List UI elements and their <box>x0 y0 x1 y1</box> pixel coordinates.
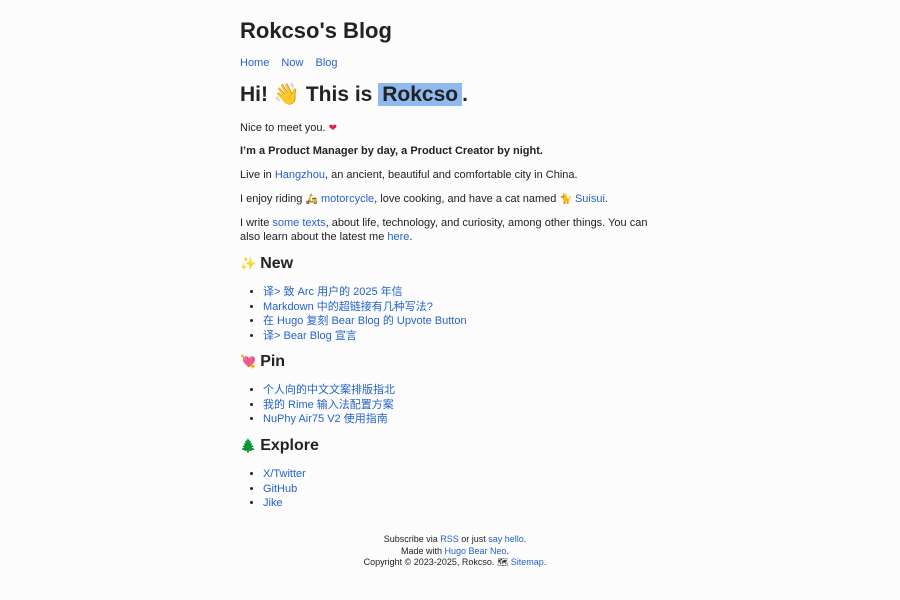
rss-link[interactable]: RSS <box>440 534 459 544</box>
list-item: NuPhy Air75 V2 使用指南 <box>263 412 395 427</box>
riding-mid: , love cooking, and have a cat named <box>374 193 560 205</box>
site-title[interactable]: Rokcso's Blog <box>240 18 392 44</box>
footer-copyright-line: Copyright © 2023-2025, Rokcso. 🗺 Sitemap… <box>0 557 900 569</box>
say-hello-link[interactable]: say hello <box>488 534 524 544</box>
list-item: Jike <box>263 496 306 511</box>
list-item: 个人向的中文文案排版指北 <box>263 383 395 398</box>
new-post-link[interactable]: 译> Bear Blog 宣言 <box>263 330 357 342</box>
section-pin-heading: 💘 Pin <box>240 353 285 371</box>
pinned-posts-list: 个人向的中文文案排版指北 我的 Rime 输入法配置方案 NuPhy Air75… <box>240 383 395 427</box>
some-texts-link[interactable]: some texts <box>272 217 325 229</box>
suisui-link[interactable]: Suisui <box>575 193 605 205</box>
subscribe-mid: or just <box>458 534 489 544</box>
intro-bold-line: I’m a Product Manager by day, a Product … <box>240 144 670 158</box>
section-explore-title: Explore <box>260 437 319 454</box>
list-item: Markdown 中的超链接有几种写法? <box>263 300 467 315</box>
role-statement: I’m a Product Manager by day, a Product … <box>240 145 543 157</box>
riding-suffix: . <box>604 193 608 205</box>
section-explore-heading: 🌲 Explore <box>240 437 319 455</box>
greeting-text: Nice to meet you. <box>240 122 326 134</box>
subscribe-suffix: . <box>523 534 527 544</box>
jike-link[interactable]: Jike <box>263 497 283 509</box>
pinned-post-link[interactable]: 我的 Rime 输入法配置方案 <box>263 399 394 411</box>
made-with-prefix: Made with <box>400 545 445 556</box>
nav-blog-link[interactable]: Blog <box>315 57 337 69</box>
list-item: X/Twitter <box>263 467 306 482</box>
nav-home-link[interactable]: Home <box>240 57 269 69</box>
new-posts-list: 译> 致 Arc 用户的 2025 年信 Markdown 中的超链接有几种写法… <box>240 285 467 343</box>
motorcycle-link[interactable]: motorcycle <box>321 193 374 205</box>
heart-arrow-icon: 💘 <box>240 355 257 370</box>
intro-write-line: I write some texts, about life, technolo… <box>240 216 670 244</box>
new-post-link[interactable]: 在 Hugo 复刻 Bear Blog 的 Upvote Button <box>263 315 467 327</box>
intro-greeting: Nice to meet you. ❤ <box>240 121 670 136</box>
cat-icon: 🐈 <box>559 194 572 205</box>
copyright-suffix: . <box>543 557 547 567</box>
pinned-post-link[interactable]: 个人向的中文文案排版指北 <box>263 384 395 396</box>
hero-name-highlight: Rokcso <box>378 83 463 106</box>
list-item: 我的 Rime 输入法配置方案 <box>263 398 395 413</box>
motor-scooter-icon: 🛵 <box>305 194 318 205</box>
section-new-heading: ✨ New <box>240 255 293 273</box>
intro-live-line: Live in Hangzhou, an ancient, beautiful … <box>240 168 670 182</box>
new-post-link[interactable]: 译> 致 Arc 用户的 2025 年信 <box>263 286 403 298</box>
footer-subscribe-line: Subscribe via RSS or just say hello. <box>0 534 900 546</box>
hangzhou-link[interactable]: Hangzhou <box>275 169 325 181</box>
subscribe-prefix: Subscribe via <box>383 534 441 544</box>
here-link[interactable]: here <box>387 231 409 243</box>
made-with-suffix: . <box>506 545 510 556</box>
copyright-text: Copyright © 2023-2025, Rokcso. <box>363 557 497 567</box>
list-item: 译> 致 Arc 用户的 2025 年信 <box>263 285 467 300</box>
twitter-link[interactable]: X/Twitter <box>263 468 306 480</box>
hero-mid: This is <box>305 83 373 106</box>
evergreen-tree-icon: 🌲 <box>240 439 257 454</box>
site-footer: Subscribe via RSS or just say hello. Mad… <box>0 534 900 569</box>
main-nav: Home Now Blog <box>240 57 347 69</box>
hero-heading: Hi! 👋 This is Rokcso. <box>240 82 468 107</box>
hero-prefix: Hi! <box>240 83 268 106</box>
theme-link[interactable]: Hugo Bear Neo <box>444 546 506 556</box>
nav-now-link[interactable]: Now <box>281 57 303 69</box>
sitemap-link[interactable]: Sitemap <box>511 557 544 567</box>
sparkles-icon: ✨ <box>240 257 257 272</box>
explore-links-list: X/Twitter GitHub Jike <box>240 467 306 511</box>
write-prefix: I write <box>240 217 273 229</box>
list-item: 译> Bear Blog 宣言 <box>263 329 467 344</box>
hero-suffix: . <box>462 83 468 106</box>
list-item: 在 Hugo 复刻 Bear Blog 的 Upvote Button <box>263 314 467 329</box>
footer-made-with-line: Made with Hugo Bear Neo. <box>0 546 900 558</box>
live-suffix: , an ancient, beautiful and comfortable … <box>325 169 578 181</box>
section-pin-title: Pin <box>260 353 286 370</box>
section-new-title: New <box>260 255 294 272</box>
heart-icon: ❤ <box>328 123 338 134</box>
map-icon: 🗺 <box>496 557 509 567</box>
write-suffix: . <box>409 231 413 243</box>
waving-hand-icon: 👋 <box>273 82 300 106</box>
riding-prefix: I enjoy riding <box>240 193 306 205</box>
new-post-link[interactable]: Markdown 中的超链接有几种写法? <box>263 301 433 313</box>
github-link[interactable]: GitHub <box>263 483 297 495</box>
intro-riding-line: I enjoy riding 🛵 motorcycle, love cookin… <box>240 192 670 207</box>
list-item: GitHub <box>263 482 306 497</box>
pinned-post-link[interactable]: NuPhy Air75 V2 使用指南 <box>263 413 388 425</box>
live-prefix: Live in <box>240 169 275 181</box>
